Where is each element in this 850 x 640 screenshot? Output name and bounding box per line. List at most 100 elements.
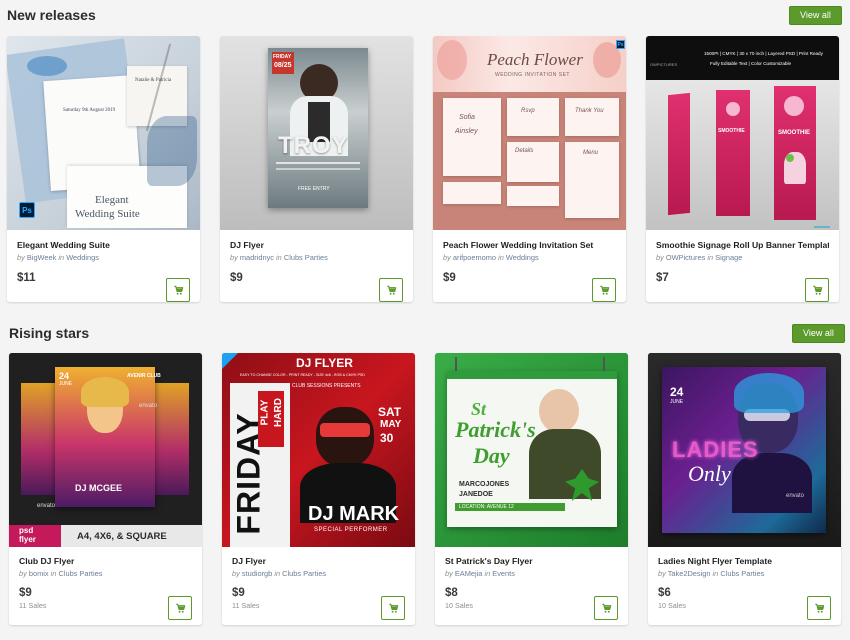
product-meta: by bomix in Clubs Parties — [19, 569, 103, 578]
new-releases-title: New releases — [7, 7, 96, 23]
product-title[interactable]: Ladies Night Flyer Template — [658, 556, 831, 566]
author-link[interactable]: EAMejia — [455, 569, 483, 578]
product-meta: by studiorgb in Clubs Parties — [232, 569, 327, 578]
watermark: envato — [786, 493, 805, 499]
product-card[interactable]: St Patrick's Day MARCOJONES JANEDOE LOCA… — [435, 353, 628, 625]
product-card[interactable]: Peach Flower WEDDING INVITATION SET Ps S… — [433, 36, 626, 302]
product-thumbnail[interactable]: FRIDAY 08/25 TROY FREE ENTRY — [220, 36, 413, 230]
product-title[interactable]: Smoothie Signage Roll Up Banner Template — [656, 240, 829, 250]
new-releases-view-all-button[interactable]: View all — [789, 6, 842, 25]
product-thumbnail[interactable]: 1500PI | CMYK | 30 x 70 inch | Layered P… — [646, 36, 839, 230]
flyer-date: 24 — [670, 385, 684, 399]
flyer-info: EASY TO CHANGE COLOR - PRINT READY - SIZ… — [240, 373, 365, 377]
card-menu: Menu — [583, 150, 599, 156]
author-link[interactable]: Take2Design — [668, 569, 711, 578]
product-price: $9 — [232, 587, 245, 599]
thumb-specs-line2: Fully Editable Text | Color Customizable — [710, 61, 792, 66]
add-to-cart-button[interactable] — [807, 596, 831, 620]
photoshop-icon: Ps — [616, 40, 625, 49]
thumb-subtitle: WEDDING INVITATION SET — [495, 72, 570, 78]
product-card[interactable]: 24 JUNE LADIES Only envato Ladies Night … — [648, 353, 841, 625]
thumb-specs-line1: 1500PI | CMYK | 30 x 70 inch | Layered P… — [704, 51, 823, 56]
author-link[interactable]: arifpoemomo — [453, 253, 496, 262]
author-link[interactable]: studiorgb — [242, 569, 272, 578]
product-title[interactable]: Elegant Wedding Suite — [17, 240, 190, 250]
badge-flyer: flyer — [19, 535, 36, 544]
add-to-cart-button[interactable] — [166, 278, 190, 302]
flyer-dj-name: DJ MCGEE — [75, 483, 123, 493]
product-thumbnail[interactable]: Saturday 9th August 2019 Natalie & Patri… — [7, 36, 200, 230]
product-thumbnail[interactable]: 24 JUNE LADIES Only envato — [648, 353, 841, 547]
product-title[interactable]: DJ Flyer — [230, 240, 403, 250]
product-title[interactable]: St Patrick's Day Flyer — [445, 556, 618, 566]
product-card[interactable]: DJ FLYER EASY TO CHANGE COLOR - PRINT RE… — [222, 353, 415, 625]
flyer-footer: FREE ENTRY — [298, 186, 330, 192]
card-name-1: Sofia — [459, 114, 475, 121]
author-link[interactable]: OWPictures — [666, 253, 705, 262]
flyer-only: Only — [688, 461, 731, 486]
add-to-cart-button[interactable] — [592, 278, 616, 302]
flyer-date: 24 — [59, 371, 70, 381]
product-title[interactable]: DJ Flyer — [232, 556, 405, 566]
rising-stars-view-all-button[interactable]: View all — [792, 324, 845, 343]
thumb-heading-line1: Elegant — [95, 194, 129, 206]
cart-icon — [812, 285, 822, 295]
add-to-cart-button[interactable] — [379, 278, 403, 302]
author-link[interactable]: bomix — [29, 569, 49, 578]
product-title[interactable]: Club DJ Flyer — [19, 556, 192, 566]
card-rsvp: Rsvp — [521, 108, 535, 114]
category-link[interactable]: Clubs Parties — [58, 569, 102, 578]
product-card[interactable]: Saturday 9th August 2019 Natalie & Patri… — [7, 36, 200, 302]
watermark: envato — [37, 503, 56, 509]
flyer-dj-1: MARCOJONES — [459, 481, 510, 488]
product-card[interactable]: 1500PI | CMYK | 30 x 70 inch | Layered P… — [646, 36, 839, 302]
thumb-brand: OWPICTURES — [650, 62, 678, 67]
flyer-hard: HARD — [272, 398, 284, 427]
flyer-dj-2: JANEDOE — [459, 491, 493, 498]
banner-label-large: SMOOTHIE — [778, 130, 811, 136]
flyer-month: JUNE — [59, 381, 73, 387]
add-to-cart-button[interactable] — [594, 596, 618, 620]
product-thumbnail[interactable]: DJ FLYER EASY TO CHANGE COLOR - PRINT RE… — [222, 353, 415, 547]
cart-icon — [173, 285, 183, 295]
flyer-club: AVENIR CLUB — [127, 373, 161, 379]
product-card[interactable]: FRIDAY 08/25 TROY FREE ENTRY DJ Flyer by… — [220, 36, 413, 302]
product-price: $11 — [17, 272, 36, 284]
category-link[interactable]: Events — [492, 569, 515, 578]
category-link[interactable]: Signage — [715, 253, 742, 262]
product-thumbnail[interactable]: St Patrick's Day MARCOJONES JANEDOE LOCA… — [435, 353, 628, 547]
sales-count: 10 Sales — [658, 601, 686, 610]
flyer-footer: LOCATION: AVENUE 12 — [459, 504, 514, 510]
product-thumbnail[interactable]: Peach Flower WEDDING INVITATION SET Ps S… — [433, 36, 626, 230]
category-link[interactable]: Clubs Parties — [282, 569, 326, 578]
category-link[interactable]: Weddings — [66, 253, 99, 262]
card-details: Details — [515, 148, 534, 154]
category-link[interactable]: Clubs Parties — [284, 253, 328, 262]
category-link[interactable]: Weddings — [506, 253, 539, 262]
add-to-cart-button[interactable] — [168, 596, 192, 620]
product-meta: by BigWeek in Weddings — [17, 253, 99, 262]
cart-icon — [175, 603, 185, 613]
thumb-script-title: Peach Flower — [487, 50, 583, 69]
sales-count: 10 Sales — [445, 601, 473, 610]
author-link[interactable]: BigWeek — [27, 253, 56, 262]
card-thank-you: Thank You — [575, 108, 604, 114]
flyer-patrick: Patrick's — [455, 417, 536, 442]
flyer-play: PLAY — [259, 399, 271, 426]
flyer-dj-name: DJ MARK — [308, 503, 400, 525]
invite-text: Saturday 9th August 2019 — [63, 108, 116, 113]
add-to-cart-button[interactable] — [805, 278, 829, 302]
card-name-2: Ainsley — [455, 128, 478, 135]
flyer-ladies: LADIES — [672, 437, 759, 462]
product-card[interactable]: 24 JUNE AVENIR CLUB DJ MCGEE envato enva… — [9, 353, 202, 625]
flyer-presents: CLUB SESSIONS PRESENTS — [292, 383, 361, 389]
add-to-cart-button[interactable] — [381, 596, 405, 620]
cart-icon — [601, 603, 611, 613]
product-thumbnail[interactable]: 24 JUNE AVENIR CLUB DJ MCGEE envato enva… — [9, 353, 202, 547]
product-title[interactable]: Peach Flower Wedding Invitation Set — [443, 240, 616, 250]
author-link[interactable]: madridnyc — [240, 253, 274, 262]
flyer-sat: SAT — [378, 405, 402, 419]
flyer-day: FRIDAY — [273, 54, 292, 60]
category-link[interactable]: Clubs Parties — [720, 569, 764, 578]
product-meta: by madridnyc in Clubs Parties — [230, 253, 328, 262]
